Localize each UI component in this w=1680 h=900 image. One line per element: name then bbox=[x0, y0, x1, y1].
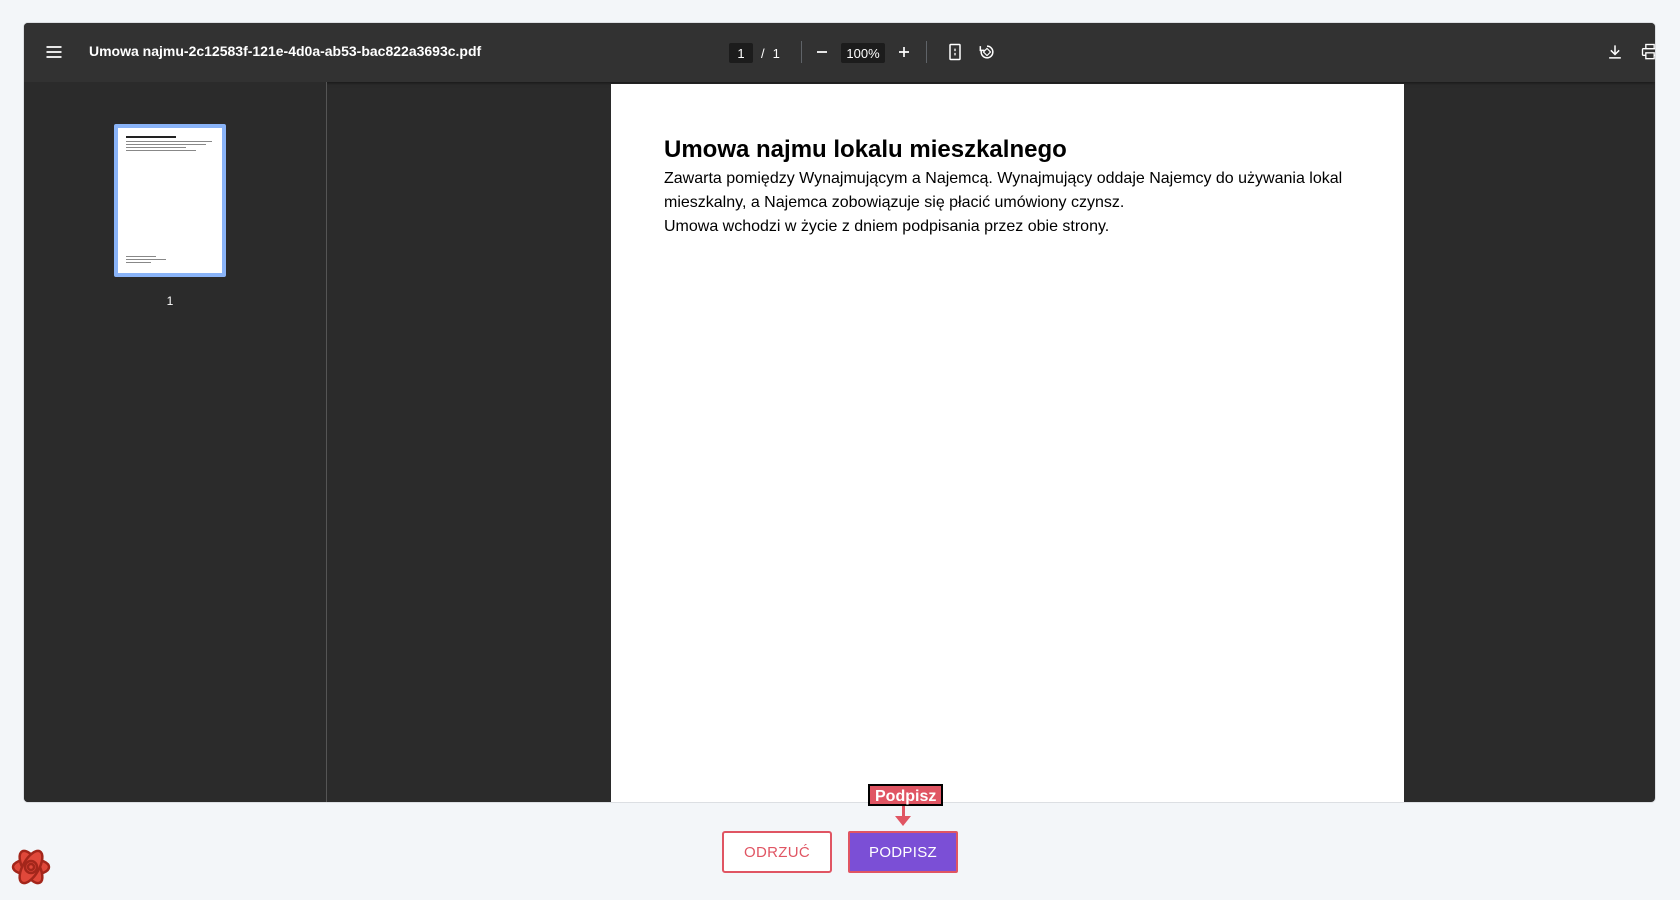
page-indicator: / 1 bbox=[729, 43, 780, 63]
toolbar-divider bbox=[801, 41, 802, 63]
plus-icon[interactable] bbox=[892, 40, 916, 64]
tooltip-arrow-head bbox=[895, 816, 911, 826]
document-paragraph: Zawarta pomiędzy Wynajmującym a Najemcą.… bbox=[664, 170, 1343, 211]
app-logo-icon bbox=[10, 846, 52, 888]
page-thumbnail[interactable] bbox=[114, 124, 226, 277]
pdf-toolbar: Umowa najmu-2c12583f-121e-4d0a-ab53-bac8… bbox=[24, 23, 1655, 82]
toolbar-divider bbox=[926, 41, 927, 63]
sign-tooltip: Podpisz bbox=[868, 784, 944, 806]
minus-icon[interactable] bbox=[810, 40, 834, 64]
reject-button[interactable]: ODRZUĆ bbox=[722, 831, 832, 873]
rotate-icon[interactable] bbox=[975, 40, 999, 64]
document-filename: Umowa najmu-2c12583f-121e-4d0a-ab53-bac8… bbox=[89, 43, 482, 59]
document-paragraph: Umowa wchodzi w życie z dniem podpisania… bbox=[664, 218, 1110, 235]
fit-page-icon[interactable] bbox=[943, 40, 967, 64]
page-separator: / bbox=[761, 45, 765, 61]
menu-icon[interactable] bbox=[42, 40, 66, 64]
zoom-level-input[interactable] bbox=[841, 43, 885, 63]
document-body: Zawarta pomiędzy Wynajmującym a Najemcą.… bbox=[664, 167, 1364, 239]
thumbnail-sidebar: 1 bbox=[24, 82, 327, 802]
total-pages: 1 bbox=[772, 45, 780, 61]
sign-button[interactable]: PODPISZ bbox=[848, 831, 958, 873]
download-icon[interactable] bbox=[1603, 40, 1627, 64]
pdf-viewer: Umowa najmu-2c12583f-121e-4d0a-ab53-bac8… bbox=[24, 23, 1655, 802]
thumbnail-page-number: 1 bbox=[166, 294, 174, 308]
document-title: Umowa najmu lokalu mieszkalnego bbox=[664, 136, 1067, 163]
current-page-input[interactable] bbox=[729, 43, 753, 63]
pdf-page: Umowa najmu lokalu mieszkalnego Zawarta … bbox=[611, 84, 1404, 802]
print-icon[interactable] bbox=[1638, 40, 1655, 64]
